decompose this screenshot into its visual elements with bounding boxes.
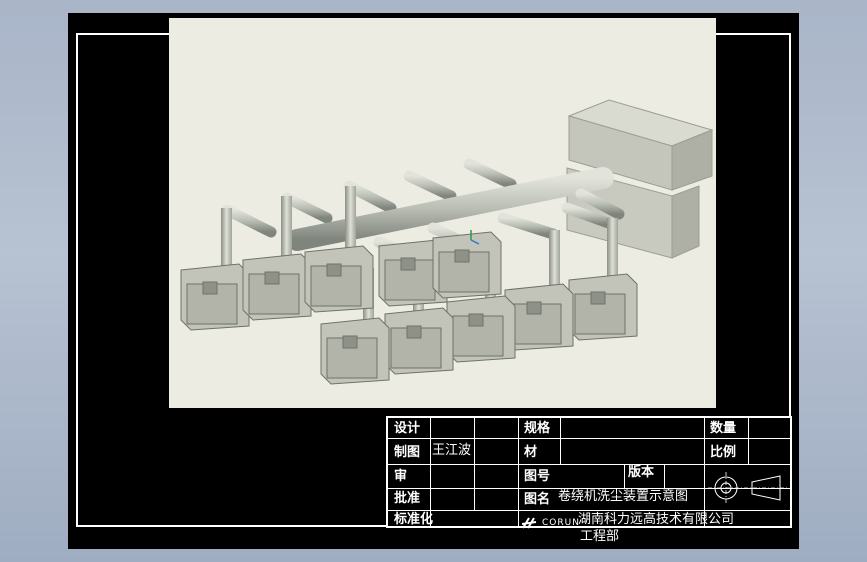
title-block: 设计 制图 王江波 审 批准 标准化 规格 材 图号 版本 图名 卷绕机洗尘装置… — [386, 416, 792, 544]
drafter-name: 王江波 — [432, 443, 472, 458]
department-name: 工程部 — [580, 529, 620, 544]
review-label: 审 — [394, 469, 408, 484]
design-label: 设计 — [394, 421, 421, 436]
drawing-no-label: 图号 — [524, 469, 551, 484]
company-name: 湖南科力远高技术有限公司 — [578, 512, 735, 527]
scale-label: 比例 — [710, 445, 737, 460]
spec-label: 规格 — [524, 421, 551, 436]
model-viewport[interactable] — [169, 18, 716, 408]
standardization-label: 标准化 — [394, 512, 434, 527]
drafter-label: 制图 — [394, 445, 421, 460]
version-label: 版本 — [628, 465, 655, 480]
corun-logo-icon — [521, 514, 540, 529]
dust-device-model — [180, 99, 714, 385]
projection-symbol-icon — [706, 468, 790, 508]
drawing-name-label: 图名 — [524, 492, 551, 507]
material-label: 材 — [524, 445, 538, 460]
approve-label: 批准 — [394, 491, 421, 506]
drawing-name: 卷绕机洗尘装置示意图 — [558, 489, 689, 504]
quantity-label: 数量 — [710, 421, 737, 436]
logo-text: CORUN — [542, 518, 580, 528]
hoods — [180, 231, 638, 385]
